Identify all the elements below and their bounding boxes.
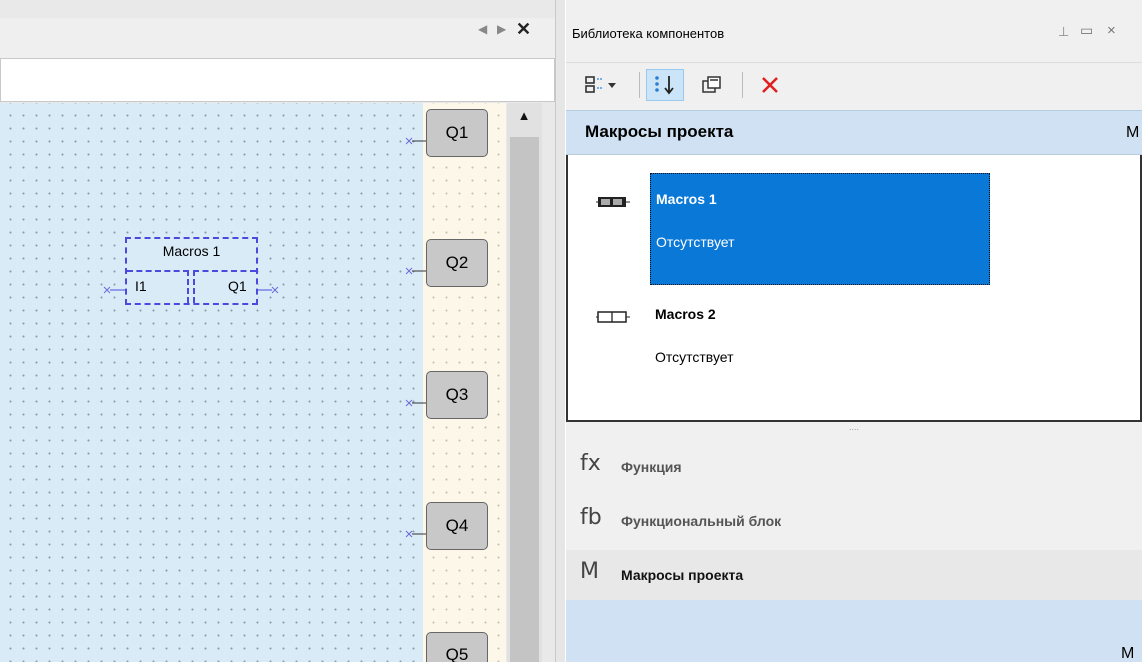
output-connector-icon xyxy=(405,137,426,145)
editor-toolbar-area xyxy=(0,58,555,102)
copy-button[interactable] xyxy=(696,69,728,101)
function-block-icon: fb xyxy=(580,505,602,530)
sort-button[interactable] xyxy=(646,69,684,101)
section-title: Макросы проекта xyxy=(585,122,734,141)
macro-icon xyxy=(596,197,630,207)
section-letter: M xyxy=(1121,645,1135,662)
nav-item-function[interactable]: fx Функция xyxy=(566,442,1142,492)
output-block-q1[interactable]: Q1 xyxy=(426,109,488,157)
list-view-icon xyxy=(585,76,616,93)
item-status: Отсутствует xyxy=(656,234,735,250)
pin-icon[interactable]: ⊥ xyxy=(1058,24,1069,40)
nav-item-function-block[interactable]: fb Функциональный блок xyxy=(566,496,1142,546)
macro-output-port[interactable]: Q1 xyxy=(228,278,247,294)
library-toolbar xyxy=(566,62,1142,109)
macros-section-header[interactable]: Макросы проекта M xyxy=(566,110,1142,155)
macro-icon xyxy=(596,311,630,323)
section-letter: M xyxy=(1126,124,1140,141)
macros-icon: M xyxy=(580,559,599,584)
delete-icon xyxy=(762,77,778,93)
macro-node-title: Macros 1 xyxy=(162,243,221,259)
library-item-macros-1[interactable]: Macros 1 Отсутствует xyxy=(650,173,990,285)
output-connector-icon xyxy=(405,399,426,407)
copy-icon xyxy=(702,76,721,93)
toolbar-separator xyxy=(742,72,743,98)
library-item-macros-2[interactable]: Macros 2 Отсутствует xyxy=(650,289,990,401)
nav-item-project-macros[interactable]: M Макросы проекта xyxy=(566,550,1142,600)
item-name: Macros 1 xyxy=(656,191,717,207)
output-label: Q5 xyxy=(445,645,469,662)
output-connector-icon xyxy=(405,267,426,275)
component-library-panel: Библиотека компонентов ⊥ ▭ × Макросы про… xyxy=(566,0,1142,662)
scrollbar-thumb[interactable] xyxy=(510,137,539,662)
item-name: Macros 2 xyxy=(655,306,716,322)
output-label: Q2 xyxy=(445,253,469,272)
output-block-q3[interactable]: Q3 xyxy=(426,371,488,419)
macro-input-port[interactable]: I1 xyxy=(135,278,147,294)
toolbar-separator xyxy=(639,72,640,98)
nav-label: Функция xyxy=(621,459,682,475)
view-mode-dropdown[interactable] xyxy=(580,69,624,101)
diagram-canvas[interactable] xyxy=(0,103,423,662)
output-label: Q4 xyxy=(445,516,469,535)
output-block-q2[interactable]: Q2 xyxy=(426,239,488,287)
tab-scroll-left-icon[interactable]: ◀ xyxy=(478,22,487,36)
output-connector-icon xyxy=(256,286,279,294)
scroll-up-arrow-icon[interactable]: ▲ xyxy=(508,106,540,126)
list-splitter[interactable]: .... xyxy=(566,422,1142,436)
collapsed-section-bar[interactable]: M xyxy=(566,600,1142,662)
nav-label: Макросы проекта xyxy=(621,567,744,583)
delete-button[interactable] xyxy=(754,69,786,101)
pane-splitter[interactable] xyxy=(555,0,565,662)
output-block-q5[interactable]: Q5 xyxy=(426,632,488,662)
nav-label: Функциональный блок xyxy=(621,513,782,529)
item-status: Отсутствует xyxy=(655,349,734,365)
output-label: Q1 xyxy=(445,123,469,142)
close-editor-icon[interactable]: ✕ xyxy=(516,19,531,40)
panel-title: Библиотека компонентов xyxy=(572,26,725,41)
close-icon[interactable]: × xyxy=(1107,22,1116,39)
macro-block-node[interactable]: Macros 1 I1 Q1 xyxy=(125,237,258,305)
tab-scroll-right-icon[interactable]: ▶ xyxy=(497,22,506,36)
function-icon: fx xyxy=(580,451,601,476)
maximize-icon[interactable]: ▭ xyxy=(1080,22,1093,39)
editor-pane: ◀ ▶ ✕ Q1 Q2 Q3 Q4 Q5 Macros 1 I1 Q1 ▲ xyxy=(0,0,561,662)
output-connector-icon xyxy=(405,530,426,538)
output-block-q4[interactable]: Q4 xyxy=(426,502,488,550)
editor-tab-bar xyxy=(0,18,561,58)
output-label: Q3 xyxy=(445,385,469,404)
sort-icon xyxy=(655,76,674,95)
macro-list: Macros 1 Отсутствует Macros 2 Отсутствуе… xyxy=(566,155,1142,422)
